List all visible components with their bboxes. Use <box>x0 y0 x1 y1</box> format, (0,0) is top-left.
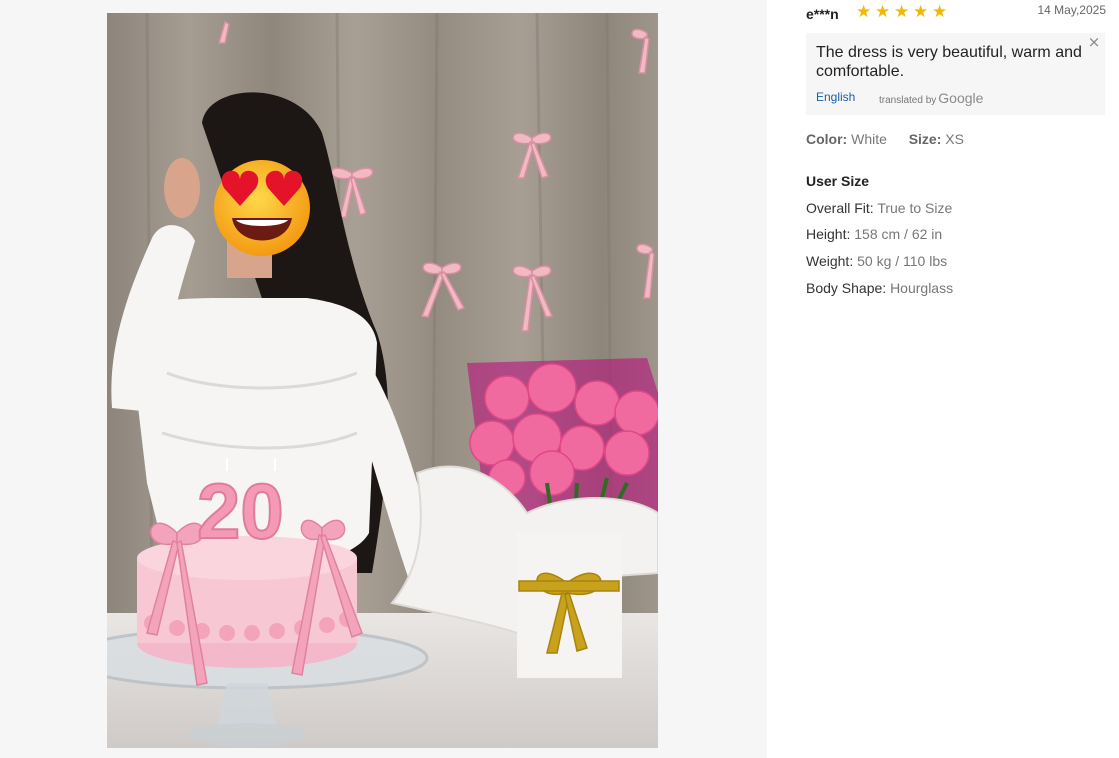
star-icon: ★ <box>932 2 948 22</box>
cake-number: 20 <box>197 467 284 555</box>
user-size-row: Height: 158 cm / 62 in <box>806 226 942 242</box>
user-size-row: Overall Fit: True to Size <box>806 200 952 216</box>
heart-eyes-emoji <box>214 160 310 256</box>
purchase-attributes: Color: White Size: XS <box>806 131 964 147</box>
user-size-value: 158 cm / 62 in <box>854 226 943 242</box>
review-photo-illustration: 20 <box>107 13 658 748</box>
review-details: e***n ★ ★ ★ ★ ★ 14 May,2025 The dress is… <box>767 0 1119 758</box>
user-size-label: Body Shape: <box>806 280 887 296</box>
user-size-title: User Size <box>806 173 870 189</box>
user-size-value: True to Size <box>877 200 953 216</box>
user-size-label: Overall Fit: <box>806 200 874 216</box>
user-size-label: Weight: <box>806 253 854 269</box>
photo-panel: 20 <box>0 0 767 758</box>
translated-by-google: translated by Google <box>879 90 983 106</box>
star-icon: ★ <box>856 2 872 22</box>
reviewer-name: e***n <box>806 6 839 22</box>
translation-box: The dress is very beautiful, warm and co… <box>806 33 1105 115</box>
star-rating: ★ ★ ★ ★ ★ <box>856 4 948 22</box>
user-size-label: Height: <box>806 226 851 242</box>
review-date: 14 May,2025 <box>1037 3 1107 17</box>
translated-by-label: translated by <box>879 95 937 106</box>
color-value: White <box>851 131 887 147</box>
size-label: Size: <box>908 131 942 147</box>
size-value: XS <box>945 131 964 147</box>
google-logo: Google <box>938 90 984 106</box>
review-page: 20 e***n ★ ★ ★ ★ ★ 14 May,2025 The dress… <box>0 0 1119 758</box>
user-size-row: Weight: 50 kg / 110 lbs <box>806 253 947 269</box>
star-icon: ★ <box>875 2 891 22</box>
language-link[interactable]: English <box>816 90 855 104</box>
close-icon[interactable]: × <box>1087 35 1101 50</box>
review-photo[interactable]: 20 <box>107 13 658 748</box>
star-icon: ★ <box>913 2 929 22</box>
review-text: The dress is very beautiful, warm and co… <box>816 44 1082 80</box>
star-icon: ★ <box>894 2 910 22</box>
user-size-row: Body Shape: Hourglass <box>806 280 953 296</box>
user-size-value: 50 kg / 110 lbs <box>857 253 948 269</box>
color-label: Color: <box>806 131 848 147</box>
user-size-value: Hourglass <box>890 280 954 296</box>
